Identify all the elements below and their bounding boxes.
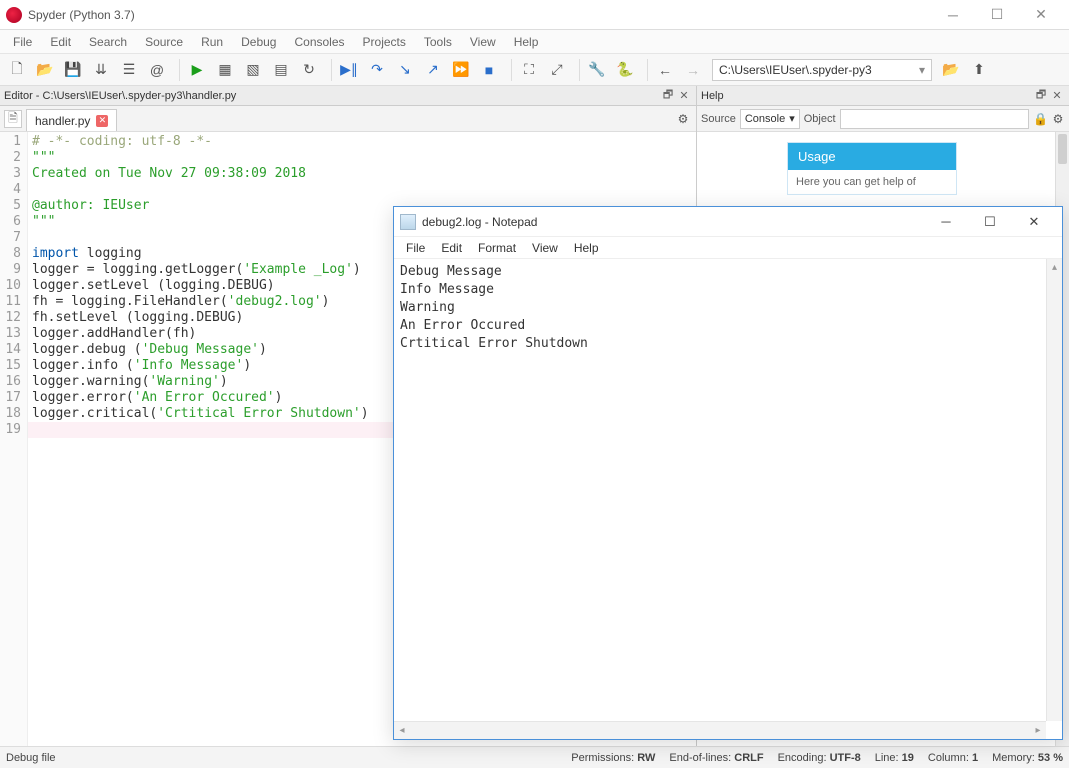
forward-icon[interactable]: → [680, 57, 706, 83]
window-title: Spyder (Python 3.7) [28, 8, 931, 22]
menu-file[interactable]: File [4, 32, 41, 52]
help-close-icon[interactable]: ✕ [1049, 88, 1065, 104]
continue-icon[interactable]: ⏩ [448, 57, 474, 83]
rerun-icon[interactable]: ↻ [296, 57, 322, 83]
toolbar: 🗋 📂 💾 ⇊ ☰ @ ▶ ▦ ▧ ▤ ↻ ▶∥ ↷ ↘ ↗ ⏩ ■ ⛶ ⤢ 🔧… [0, 54, 1069, 86]
browse-dir-icon[interactable]: 📂 [938, 57, 964, 83]
fullscreen-icon[interactable]: ⤢ [544, 57, 570, 83]
status-left: Debug file [6, 752, 56, 764]
status-memory: Memory: 53 % [992, 752, 1063, 764]
run-icon[interactable]: ▶ [184, 57, 210, 83]
menu-debug[interactable]: Debug [232, 32, 285, 52]
editor-tab[interactable]: handler.py ✕ [26, 109, 117, 131]
step-into-icon[interactable]: ↘ [392, 57, 418, 83]
notepad-window[interactable]: debug2.log - Notepad ─ ☐ ✕ FileEditForma… [393, 206, 1063, 740]
tab-close-icon[interactable]: ✕ [96, 115, 108, 127]
usage-title: Usage [788, 143, 956, 170]
notepad-hscrollbar[interactable]: ◂▸ [394, 721, 1046, 739]
debug-icon[interactable]: ▶∥ [336, 57, 362, 83]
editor-tab-row: 🗎 handler.py ✕ ⚙ [0, 106, 696, 132]
line-number-gutter: 1 2 3 4 5 6 7 8 9 10 11 12 13 14 15 16 1… [0, 132, 28, 746]
pane-close-icon[interactable]: ✕ [676, 88, 692, 104]
chevron-down-icon: ▾ [789, 112, 795, 125]
notepad-titlebar[interactable]: debug2.log - Notepad ─ ☐ ✕ [394, 207, 1062, 237]
editor-pane-header: Editor - C:\Users\IEUser\.spyder-py3\han… [0, 86, 696, 106]
close-button[interactable]: ✕ [1019, 1, 1063, 29]
editor-pane-title: Editor - C:\Users\IEUser\.spyder-py3\han… [4, 90, 236, 102]
notepad-title: debug2.log - Notepad [422, 215, 924, 229]
object-input[interactable] [840, 109, 1029, 129]
menu-search[interactable]: Search [80, 32, 136, 52]
working-directory-text: C:\Users\IEUser\.spyder-py3 [719, 63, 872, 77]
help-pane-title: Help [701, 90, 724, 102]
menu-tools[interactable]: Tools [415, 32, 461, 52]
notepad-icon [400, 214, 416, 230]
titlebar: Spyder (Python 3.7) ─ ☐ ✕ [0, 0, 1069, 30]
run-cell-advance-icon[interactable]: ▧ [240, 57, 266, 83]
chevron-down-icon[interactable]: ▾ [919, 63, 925, 77]
menu-run[interactable]: Run [192, 32, 232, 52]
notepad-menubar: FileEditFormatViewHelp [394, 237, 1062, 259]
save-all-icon[interactable]: ⇊ [88, 57, 114, 83]
notepad-menu-file[interactable]: File [398, 239, 433, 257]
source-dropdown[interactable]: Console ▾ [740, 109, 800, 129]
notepad-minimize-button[interactable]: ─ [924, 208, 968, 236]
run-selection-icon[interactable]: ▤ [268, 57, 294, 83]
maximize-pane-icon[interactable]: ⛶ [516, 57, 542, 83]
stop-debug-icon[interactable]: ■ [476, 57, 502, 83]
menu-source[interactable]: Source [136, 32, 192, 52]
source-label: Source [701, 113, 736, 125]
run-cell-icon[interactable]: ▦ [212, 57, 238, 83]
status-eol: End-of-lines: CRLF [669, 752, 763, 764]
parent-dir-icon[interactable]: ⬆ [966, 57, 992, 83]
editor-tab-label: handler.py [35, 114, 90, 128]
file-browser-icon[interactable]: 🗎 [4, 110, 22, 128]
save-icon[interactable]: 💾 [60, 57, 86, 83]
help-toolbar: Source Console ▾ Object 🔒 ⚙ [697, 106, 1069, 132]
menu-edit[interactable]: Edit [41, 32, 80, 52]
statusbar: Debug file Permissions: RW End-of-lines:… [0, 746, 1069, 768]
preferences-icon[interactable]: 🔧 [584, 57, 610, 83]
step-over-icon[interactable]: ↷ [364, 57, 390, 83]
open-file-icon[interactable]: 📂 [32, 57, 58, 83]
notepad-menu-view[interactable]: View [524, 239, 566, 257]
status-permissions: Permissions: RW [571, 752, 655, 764]
undock-icon[interactable]: 🗗 [660, 88, 676, 104]
menu-projects[interactable]: Projects [354, 32, 415, 52]
notepad-close-button[interactable]: ✕ [1012, 208, 1056, 236]
menu-view[interactable]: View [461, 32, 505, 52]
menubar: FileEditSearchSourceRunDebugConsolesProj… [0, 30, 1069, 54]
lock-icon[interactable]: 🔒 [1033, 112, 1047, 126]
status-encoding: Encoding: UTF-8 [778, 752, 861, 764]
notepad-menu-edit[interactable]: Edit [433, 239, 470, 257]
notepad-maximize-button[interactable]: ☐ [968, 208, 1012, 236]
notepad-vscrollbar[interactable]: ▴ [1046, 259, 1062, 721]
app-icon [6, 7, 22, 23]
usage-body-text: Here you can get help of [788, 170, 956, 194]
new-file-icon[interactable]: 🗋 [4, 57, 30, 83]
maximize-button[interactable]: ☐ [975, 1, 1019, 29]
at-icon[interactable]: @ [144, 57, 170, 83]
help-options-icon[interactable]: ⚙ [1051, 112, 1065, 126]
notepad-menu-help[interactable]: Help [566, 239, 607, 257]
notepad-menu-format[interactable]: Format [470, 239, 524, 257]
menu-consoles[interactable]: Consoles [285, 32, 353, 52]
step-out-icon[interactable]: ↗ [420, 57, 446, 83]
object-label: Object [804, 113, 836, 125]
menu-help[interactable]: Help [505, 32, 548, 52]
source-value: Console [745, 113, 785, 125]
notepad-text-area[interactable]: Debug Message Info Message Warning An Er… [394, 259, 1062, 739]
minimize-button[interactable]: ─ [931, 1, 975, 29]
help-pane-header: Help 🗗 ✕ [697, 86, 1069, 106]
editor-options-icon[interactable]: ⚙ [674, 110, 692, 128]
status-line: Line: 19 [875, 752, 914, 764]
working-directory-input[interactable]: C:\Users\IEUser\.spyder-py3 ▾ [712, 59, 932, 81]
list-icon[interactable]: ☰ [116, 57, 142, 83]
back-icon[interactable]: ← [652, 57, 678, 83]
pythonpath-icon[interactable]: 🐍 [612, 57, 638, 83]
help-undock-icon[interactable]: 🗗 [1033, 88, 1049, 104]
usage-panel: Usage Here you can get help of [787, 142, 957, 195]
status-column: Column: 1 [928, 752, 978, 764]
